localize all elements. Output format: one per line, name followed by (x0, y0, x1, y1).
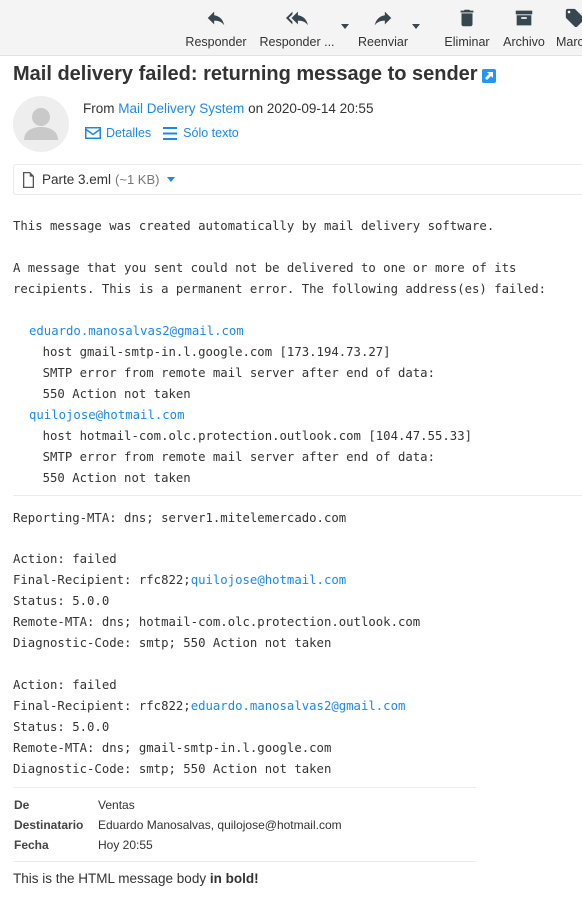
final-recipient-prefix: Final-Recipient: rfc822; (13, 573, 191, 587)
recipient-1-code: 550 Action not taken (13, 387, 191, 401)
recipient-1-smtp-error: SMTP error from remote mail server after… (13, 366, 435, 380)
report-1-final-recipient: Final-Recipient: rfc822;quilojose@hotmai… (13, 570, 346, 591)
html-body-prefix: This is the HTML message body (13, 871, 210, 886)
open-external-icon[interactable] (482, 69, 496, 83)
date-prefix: on (248, 101, 264, 116)
body-fail-line-2: recipients. This is a permanent error. T… (13, 282, 547, 296)
failed-recipient-2-link[interactable]: quilojose@hotmail.com (29, 405, 184, 426)
html-body-bold: in bold! (209, 871, 259, 886)
html-body-text: This is the HTML message body in bold! (13, 871, 259, 886)
message-subject: Mail delivery failed: returning message … (13, 63, 478, 85)
delete-button[interactable]: Eliminar (442, 6, 492, 52)
forward-button[interactable]: Reenviar (358, 6, 408, 52)
part-divider-3 (13, 861, 476, 862)
report-2-action: Action: failed (13, 678, 117, 692)
message-toolbar: Responder Responder ... Reenviar Elimina… (0, 0, 582, 56)
reply-all-label: Responder ... (259, 35, 335, 49)
sender-name-link[interactable]: Mail Delivery System (118, 101, 244, 116)
forward-dropdown-caret[interactable] (412, 24, 420, 29)
part-divider-1 (13, 495, 582, 496)
envelope-icon (85, 127, 101, 139)
report-1-action: Action: failed (13, 552, 117, 566)
body-fail-line-1: A message that you sent could not be del… (13, 261, 517, 275)
forward-label: Reenviar (357, 35, 409, 49)
recipient-2-smtp-error: SMTP error from remote mail server after… (13, 450, 435, 464)
attachment-menu-caret[interactable] (167, 177, 176, 182)
mark-label: Marcar (556, 35, 582, 49)
details-link[interactable]: Detalles (84, 126, 151, 140)
recipient-2-host: host hotmail-com.olc.protection.outlook.… (13, 429, 473, 443)
final-recipient-2-link[interactable]: eduardo.manosalvas2@gmail.com (191, 699, 406, 713)
list-icon (163, 126, 178, 140)
recipient-2-code: 550 Action not taken (13, 471, 191, 485)
message-date: 2020-09-14 20:55 (266, 101, 374, 116)
sender-avatar (13, 96, 69, 152)
reply-label: Responder (185, 35, 247, 49)
recipient-1-host: host gmail-smtp-in.l.google.com [173.194… (13, 345, 391, 359)
final-recipient-prefix: Final-Recipient: rfc822; (13, 699, 191, 713)
from-line: From Mail Delivery System on 2020-09-14 … (83, 101, 373, 116)
mark-button[interactable]: Marcar (556, 6, 582, 52)
details-label: Detalles (106, 126, 152, 140)
attachment-bar: Parte 3.eml (~1 KB) (13, 164, 582, 195)
report-1-diagnostic: Diagnostic-Code: smtp; 550 Action not ta… (13, 636, 332, 650)
plain-text-label: Sólo texto (183, 126, 239, 140)
forward-icon (374, 11, 392, 26)
delete-label: Eliminar (444, 35, 490, 49)
embedded-from-label: De (14, 798, 30, 812)
from-prefix: From (83, 101, 115, 116)
reply-button[interactable]: Responder (185, 6, 247, 52)
archive-button[interactable]: Archivo (501, 6, 547, 52)
reply-all-icon (286, 11, 308, 26)
embedded-date-label: Fecha (14, 838, 49, 852)
embedded-from-link[interactable]: Ventas (98, 798, 135, 812)
reporting-mta: Reporting-MTA: dns; server1.mitelemercad… (13, 511, 347, 525)
archive-icon (515, 10, 533, 26)
attachment-name[interactable]: Parte 3.eml (42, 172, 111, 187)
header-links: Detalles Sólo texto (84, 126, 239, 140)
part-divider-2 (13, 787, 476, 788)
file-icon (23, 171, 34, 188)
report-2-status: Status: 5.0.0 (13, 720, 110, 734)
embedded-to-link[interactable]: Eduardo Manosalvas, quilojose@hotmail.co… (98, 818, 342, 832)
archive-label: Archivo (503, 35, 545, 49)
attachment-size: (~1 KB) (115, 172, 160, 187)
tag-icon (565, 8, 582, 28)
embedded-to-label: Destinatario (14, 818, 84, 832)
plain-text-link[interactable]: Sólo texto (163, 126, 239, 140)
failed-recipient-1-link[interactable]: eduardo.manosalvas2@gmail.com (29, 321, 244, 342)
reply-icon (207, 11, 225, 26)
reply-all-dropdown-caret[interactable] (341, 24, 349, 29)
embedded-date-value: Hoy 20:55 (98, 838, 153, 852)
report-2-final-recipient: Final-Recipient: rfc822;eduardo.manosalv… (13, 696, 405, 717)
report-1-status: Status: 5.0.0 (13, 594, 110, 608)
report-2-diagnostic: Diagnostic-Code: smtp; 550 Action not ta… (13, 762, 332, 776)
body-intro: This message was created automatically b… (13, 219, 495, 233)
trash-icon (460, 9, 474, 27)
reply-all-button[interactable]: Responder ... (258, 6, 336, 52)
report-2-remote-mta: Remote-MTA: dns; gmail-smtp-in.l.google.… (13, 741, 332, 755)
final-recipient-1-link[interactable]: quilojose@hotmail.com (191, 573, 346, 587)
report-1-remote-mta: Remote-MTA: dns; hotmail-com.olc.protect… (13, 615, 421, 629)
